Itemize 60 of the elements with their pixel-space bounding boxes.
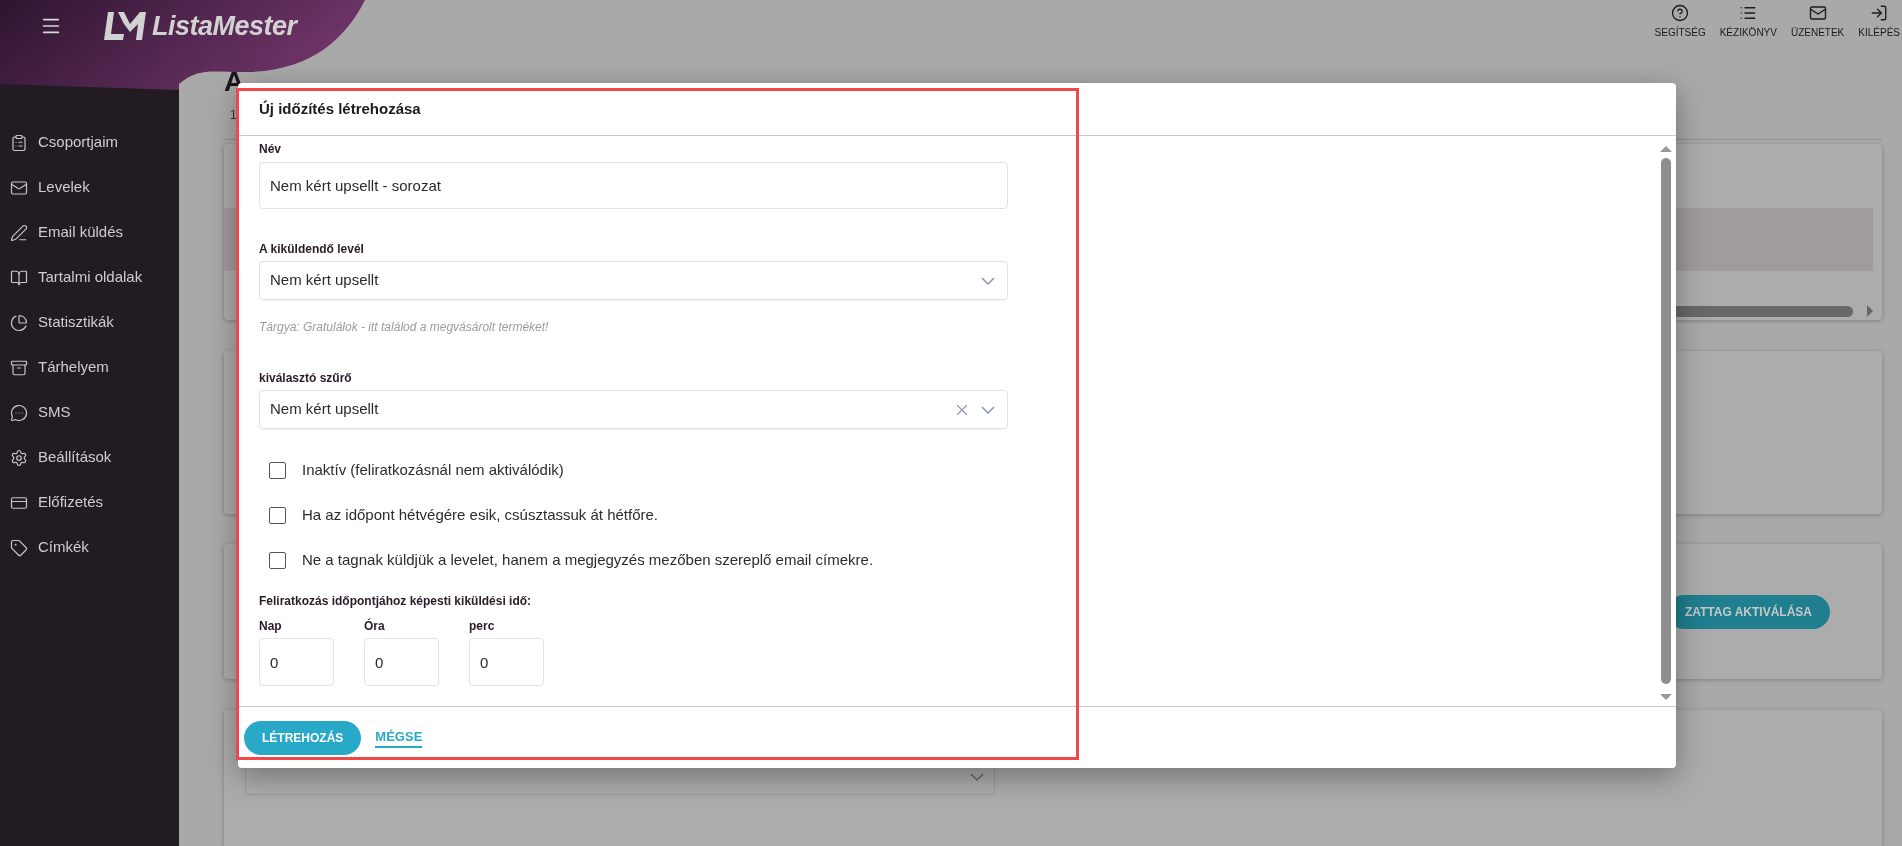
- dialog-title: Új időzítés létrehozása: [259, 98, 421, 119]
- checkbox-label: Inaktív (feliratkozásnál nem aktiválódik): [302, 460, 564, 481]
- scroll-right-icon[interactable]: [1867, 305, 1873, 317]
- field-label: Nap: [259, 619, 283, 633]
- checkbox[interactable]: [269, 552, 286, 569]
- pen-icon: [10, 223, 28, 242]
- sidebar-item[interactable]: Előfizetés: [0, 480, 179, 525]
- checkbox-label: Ne a tagnak küldjük a levelet, hanem a megjegyzés mezőben szereplő email címekre.: [302, 550, 874, 571]
- number-input[interactable]: 0: [469, 638, 544, 686]
- field-label: Név: [259, 142, 282, 156]
- checkbox-label: Ha az időpont hétvégére esik, csúsztassuk át hétfőre.: [302, 505, 659, 526]
- select-field[interactable]: Nem kért upsellt: [259, 261, 1008, 300]
- chevron-icon: [981, 405, 995, 414]
- header-action[interactable]: SEGÍTSÉG: [1654, 4, 1706, 40]
- checkbox[interactable]: [269, 507, 286, 524]
- sidebar-item[interactable]: Beállítások: [0, 435, 179, 480]
- name-input[interactable]: Nem kért upsellt - sorozat: [259, 162, 1008, 209]
- chevron-icon: [981, 276, 995, 285]
- book-icon: [10, 268, 28, 287]
- sidebar-item[interactable]: Csoportjaim: [0, 120, 179, 165]
- select-field[interactable]: Nem kért upsellt: [259, 390, 1008, 429]
- scroll-down-icon[interactable]: [1660, 694, 1672, 700]
- logo-text: ListaMester: [152, 9, 297, 43]
- sidebar-item[interactable]: Email küldés: [0, 210, 179, 255]
- clipboard-icon: [10, 133, 28, 152]
- checkbox[interactable]: [269, 462, 286, 479]
- sidebar-item[interactable]: SMS: [0, 390, 179, 435]
- sidebar-item[interactable]: Statisztikák: [0, 300, 179, 345]
- sidebar-item[interactable]: Tárhelyem: [0, 345, 179, 390]
- settings-icon: [10, 448, 28, 467]
- select-value: Nem kért upsellt: [270, 270, 380, 291]
- subject-hint: Tárgya: Gratulálok - itt találod a megvásárolt terméket!: [259, 319, 550, 336]
- select-value: Nem kért upsellt: [270, 399, 380, 420]
- sidebar-item[interactable]: Tartalmi oldalak: [0, 255, 179, 300]
- help-icon: [1671, 4, 1690, 22]
- number-input[interactable]: 0: [364, 638, 439, 686]
- chat-icon: [10, 403, 28, 422]
- number-input[interactable]: 0: [259, 638, 334, 686]
- field-label: kiválasztó szűrő: [259, 371, 353, 385]
- sidebar-item[interactable]: Levelek: [0, 165, 179, 210]
- mail-icon: [1808, 4, 1827, 22]
- tag-icon: [10, 538, 28, 557]
- page-subtitle: 1: [229, 107, 237, 124]
- field-label: perc: [469, 619, 496, 633]
- mail-icon: [10, 178, 28, 197]
- chevron-icon: [970, 772, 984, 781]
- logout-icon: [1870, 4, 1889, 22]
- scroll-up-icon[interactable]: [1660, 146, 1672, 152]
- logo-mark-icon: [104, 10, 146, 42]
- list-icon: [1739, 4, 1758, 22]
- pie-chart-icon: [10, 313, 28, 332]
- field-label: A kiküldendő levél: [259, 242, 365, 256]
- sidebar-item[interactable]: Címkék: [0, 525, 179, 570]
- field-label: Óra: [364, 619, 386, 633]
- field-label: Feliratkozás időpontjához képesti kiküldési idő:: [259, 594, 533, 608]
- archive-icon: [10, 358, 28, 377]
- header-action[interactable]: KILÉPÉS: [1858, 4, 1900, 40]
- header-action[interactable]: ÜZENETEK: [1790, 4, 1845, 40]
- header-action[interactable]: KÉZIKÖNYV: [1719, 4, 1777, 40]
- scrollbar-thumb[interactable]: [1661, 158, 1671, 684]
